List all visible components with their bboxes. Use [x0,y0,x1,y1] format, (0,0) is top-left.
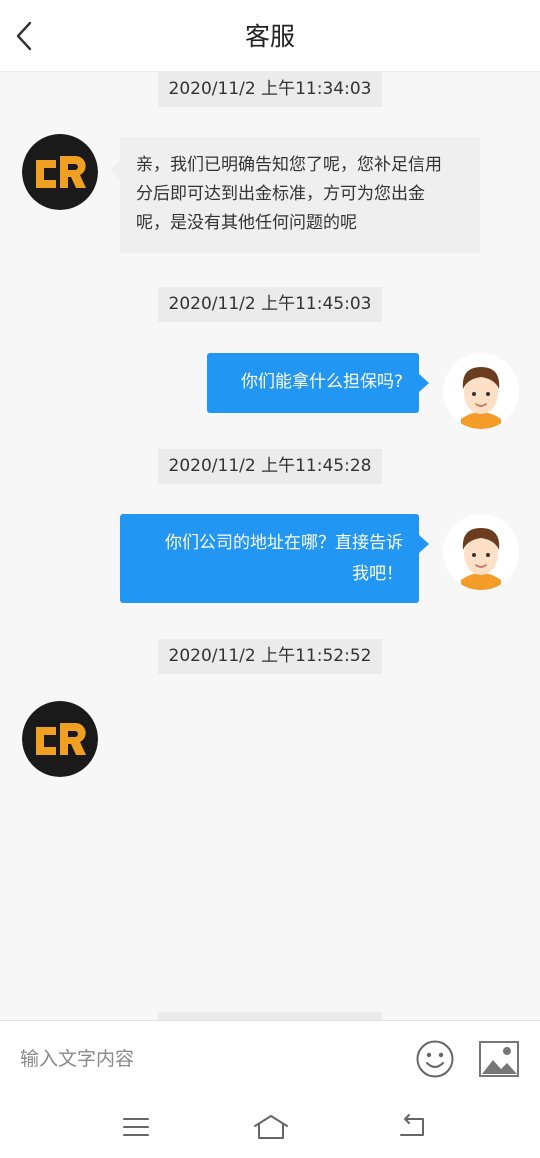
message-timestamp: 2020/11/2 上午11:45:03 [158,287,382,322]
user-message-bubble: 你们能拿什么担保吗? [207,353,429,413]
page-title: 客服 [244,22,295,51]
message-timestamp: 2020/11/2 上午11:34:03 [158,72,382,107]
menu-icon[interactable] [121,1112,151,1142]
user-avatar[interactable] [443,514,519,590]
user-face-icon [443,514,519,590]
message-timestamp: 2020/11/2 上午11:52:52 [158,639,382,674]
image-icon[interactable] [479,1041,519,1077]
header-bar: 客服 [0,0,540,72]
agent-message-bubble: 亲，我们已明确告知您了呢，您补足信用 分后即可达到出金标准，方可为您出金 呢，是… [110,137,480,253]
agent-avatar[interactable] [22,701,98,777]
user-face-icon [443,353,519,429]
user-avatar[interactable] [443,353,519,429]
agent-avatar[interactable] [22,134,98,210]
chat-area[interactable]: 2020/11/2 上午11:34:03 亲，我们已明确告知您了呢，您补足信用 … [0,72,540,1020]
message-line: 亲，我们已明确告知您了呢，您补足信用 [136,155,442,175]
message-input[interactable] [20,1039,390,1079]
message-input-bar [0,1020,540,1096]
message-line: 你们公司的地址在哪？直接告诉 [165,533,403,553]
system-nav-bar [0,1096,540,1158]
message-timestamp-clipped [158,1012,382,1020]
message-timestamp: 2020/11/2 上午11:45:28 [158,449,382,484]
home-icon[interactable] [253,1112,289,1142]
message-line: 你们能拿什么担保吗? [240,372,403,392]
brand-logo-icon [22,134,98,210]
return-icon[interactable] [397,1112,427,1142]
user-message-bubble: 你们公司的地址在哪？直接告诉 我吧！ [120,514,429,603]
message-line: 我吧！ [352,564,403,584]
smiley-icon[interactable] [415,1039,455,1079]
message-line: 分后即可达到出金标准，方可为您出金 [136,184,425,204]
brand-logo-icon [22,701,98,777]
message-line: 呢，是没有其他任何问题的呢 [136,213,357,233]
